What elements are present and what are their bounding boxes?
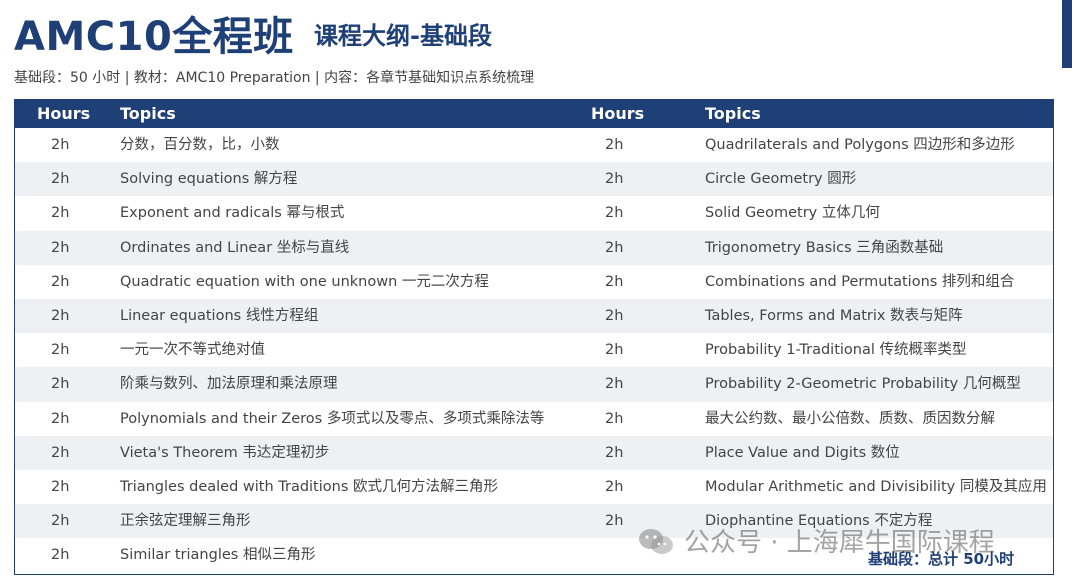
syllabus-table: Hours Topics Hours Topics 2h 分数，百分数，比，小数 2… [14,99,1054,575]
hours-cell: 2h [51,171,70,188]
table-row: 2h Ordinates and Linear 坐标与直线 2h Trigonomet… [15,230,1053,265]
hours-cell: 2h [51,444,70,461]
topic-cell: Polynomials and their Zeros 多项式以及零点、多项式乘… [120,410,545,427]
table-row: 2h Exponent and radicals 幂与根式 2h Solid Geom… [15,196,1053,231]
topic-cell: Probability 2-Geometric Probability 几何概型 [705,376,1021,393]
topic-cell: Probability 1-Traditional 传统概率类型 [705,342,967,359]
hours-cell: 2h [605,205,624,222]
table-row: 2h Linear equations 线性方程组 2h Tables, Forms … [15,298,1053,334]
column-header-topics: Topics [120,104,176,123]
hours-cell: 2h [51,410,70,427]
table-row: 2h Quadratic equation with one unknown 一元… [15,264,1053,299]
hours-cell: 2h [605,376,624,393]
table-row: 2h 阶乘与数列、加法原理和乘法原理 2h Probability 2-Geometr… [15,367,1053,402]
hours-cell: 2h [51,137,70,153]
table-row: 2h Vieta's Theorem 韦达定理初步 2h Place Value an… [15,435,1053,470]
hours-cell: 2h [51,205,70,222]
topic-cell: Solving equations 解方程 [120,171,298,188]
table-row: 2h Solving equations 解方程 2h Circle Geometry… [15,162,1053,197]
hours-cell: 2h [605,239,624,256]
course-info: 基础段：50 小时 | 教材：AMC10 Preparation | 内容：各章… [14,70,535,86]
hours-cell: 2h [51,547,70,564]
column-header-hours: Hours [591,104,645,123]
hours-cell: 2h [605,513,624,530]
hours-cell: 2h [605,171,624,188]
column-header-topics: Topics [705,104,761,123]
topic-cell: 正余弦定理解三角形 [120,513,251,530]
topic-cell: Quadrilaterals and Polygons 四边形和多边形 [705,137,1015,153]
topic-cell: Similar triangles 相似三角形 [120,547,316,564]
topic-cell: Place Value and Digits 数位 [705,444,900,461]
topic-cell: Trigonometry Basics 三角函数基础 [705,239,944,256]
topic-cell: 一元一次不等式绝对值 [120,342,265,359]
hours-cell: 2h [605,137,624,153]
topic-cell: Linear equations 线性方程组 [120,307,319,324]
table-row: 2h 一元一次不等式绝对值 2h Probability 1-Traditional … [15,333,1053,368]
hours-cell: 2h [51,342,70,359]
page-title: AMC10全程班 [14,14,294,60]
total-hours: 基础段：总计 50小时 [868,550,1015,568]
table-row: 2h Polynomials and their Zeros 多项式以及零点、多项… [15,401,1053,436]
wechat-icon [639,529,673,554]
table-header: Hours Topics Hours Topics [15,100,1053,128]
hours-cell: 2h [605,273,624,290]
topic-cell: 阶乘与数列、加法原理和乘法原理 [120,376,338,393]
topic-cell: 最大公约数、最小公倍数、质数、质因数分解 [705,410,995,427]
topic-cell: Circle Geometry 圆形 [705,171,857,188]
topic-cell: Tables, Forms and Matrix 数表与矩阵 [705,307,963,324]
column-header-hours: Hours [37,104,91,123]
hours-cell: 2h [51,239,70,256]
topic-cell: Solid Geometry 立体几何 [705,205,880,222]
table-row: 2h 分数，百分数，比，小数 2h Quadrilaterals and Polygo… [15,128,1053,163]
hours-cell: 2h [51,307,70,324]
hours-cell: 2h [51,478,70,495]
hours-cell: 2h [605,307,624,324]
hours-cell: 2h [51,273,70,290]
topic-cell: Ordinates and Linear 坐标与直线 [120,239,350,256]
table-row: 2h Triangles dealed with Traditions 欧式几何方… [15,469,1053,505]
topic-cell: Triangles dealed with Traditions 欧式几何方法解… [120,478,498,495]
hours-cell: 2h [605,478,624,495]
topic-cell: 分数，百分数，比，小数 [120,137,280,153]
page-subtitle: 课程大纲-基础段 [314,22,492,50]
topic-cell: Quadratic equation with one unknown 一元二次… [120,273,489,290]
header: AMC10全程班 课程大纲-基础段 [0,0,1080,62]
table-body: 2h 分数，百分数，比，小数 2h Quadrilaterals and Polygo… [15,128,1053,573]
topic-cell: Modular Arithmetic and Divisibility 同模及其… [705,478,1047,495]
topic-cell: Combinations and Permutations 排列和组合 [705,273,1015,290]
accent-bar [1062,0,1072,68]
hours-cell: 2h [605,342,624,359]
hours-cell: 2h [51,376,70,393]
hours-cell: 2h [605,444,624,461]
topic-cell: Vieta's Theorem 韦达定理初步 [120,444,330,461]
hours-cell: 2h [51,513,70,530]
hours-cell: 2h [605,410,624,427]
topic-cell: Exponent and radicals 幂与根式 [120,205,345,222]
